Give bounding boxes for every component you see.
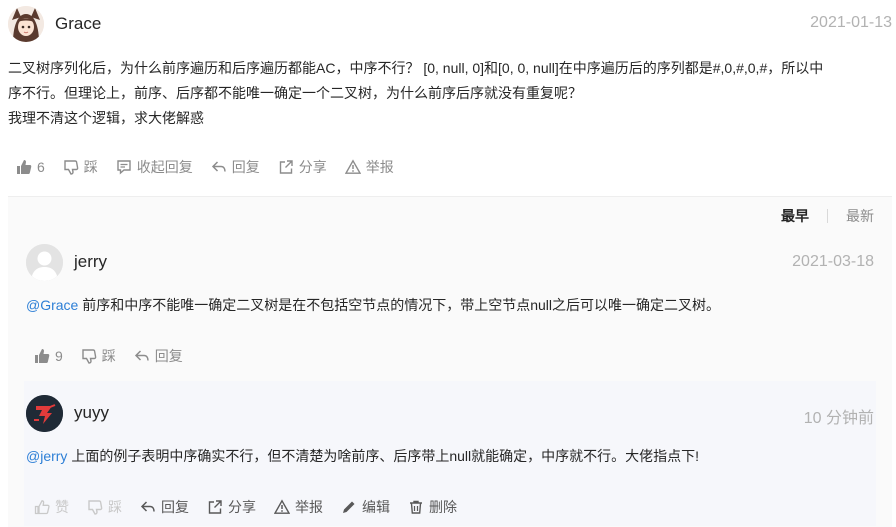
thumbs-up-icon [17, 160, 32, 174]
reply-arrow-icon [140, 501, 155, 512]
comment-icon [117, 160, 131, 175]
post-actions: 6 踩 收起回复 回复 分享 举报 [16, 157, 412, 177]
post-date: 2021-01-13 [810, 14, 892, 31]
report-button[interactable]: 举报 [274, 497, 323, 517]
reply-label: 回复 [154, 348, 183, 364]
thumbs-up-icon [35, 349, 50, 363]
thumbs-down-icon [82, 349, 97, 364]
share-button[interactable]: 分享 [207, 497, 256, 517]
trash-icon [410, 500, 422, 514]
share-button[interactable]: 分享 [278, 157, 327, 177]
collapse-replies-button[interactable]: 收起回复 [116, 157, 193, 177]
yuyy-avatar[interactable] [26, 395, 63, 432]
nested-reply-actions: 赞 踩 回复 分享 举报 编辑 删除 [34, 497, 475, 517]
post-content-line: 我理不清这个逻辑，求大佬解惑 [8, 110, 204, 126]
reply-button[interactable]: 回复 [134, 346, 183, 366]
share-label: 分享 [228, 499, 256, 515]
dislike-label: 踩 [83, 159, 98, 175]
like-button[interactable]: 赞 [34, 497, 69, 517]
nested-reply-text: 上面的例子表明中序确实不行，但不清楚为啥前序、后序带上null就能确定，中序就不… [67, 448, 700, 464]
delete-button[interactable]: 删除 [408, 497, 457, 517]
edit-label: 编辑 [362, 499, 390, 515]
share-icon [279, 160, 293, 174]
pencil-icon [343, 501, 355, 513]
reply-author-name[interactable]: jerry [74, 252, 107, 272]
mention-link[interactable]: @Grace [26, 297, 78, 313]
sort-latest-tab[interactable]: 最新 [846, 206, 874, 226]
sort-tabs: 最早 最新 [781, 206, 874, 226]
dislike-button[interactable]: 踩 [63, 157, 98, 177]
thumbs-down-icon [64, 160, 79, 175]
reply-button[interactable]: 回复 [140, 497, 189, 517]
report-button[interactable]: 举报 [344, 157, 394, 177]
dislike-button[interactable]: 踩 [81, 346, 116, 366]
sort-earliest-tab[interactable]: 最早 [781, 206, 809, 226]
dislike-label: 踩 [108, 499, 122, 515]
reply-text: 前序和中序不能唯一确定二叉树是在不包括空节点的情况下，带上空节点null之后可以… [78, 297, 721, 313]
nested-reply-author-name[interactable]: yuyy [74, 403, 109, 423]
jerry-avatar[interactable] [26, 244, 63, 281]
mention-link[interactable]: @jerry [26, 448, 67, 464]
reply-arrow-icon [134, 350, 149, 361]
post-author-name[interactable]: Grace [55, 14, 101, 34]
report-label: 举报 [365, 159, 394, 175]
nested-reply-date: 10 分钟前 [803, 410, 874, 427]
post-content-line: 二叉树序列化后，为什么前序遍历和后序遍历都能AC，中序不行？ [0, null,… [8, 60, 824, 76]
share-label: 分享 [298, 159, 327, 175]
grace-avatar[interactable] [8, 6, 44, 42]
delete-label: 删除 [429, 499, 457, 515]
thumbs-up-icon [34, 500, 50, 515]
reply-label: 回复 [161, 499, 189, 515]
edit-button[interactable]: 编辑 [341, 497, 390, 517]
like-button[interactable]: 6 [16, 159, 45, 175]
like-count: 9 [55, 348, 63, 364]
sort-divider [827, 209, 828, 223]
warning-icon [274, 499, 290, 514]
reply-content: @Grace 前序和中序不能唯一确定二叉树是在不包括空节点的情况下，带上空节点n… [26, 293, 720, 318]
report-label: 举报 [295, 499, 323, 515]
reply-date: 2021-03-18 [792, 253, 874, 270]
like-button[interactable]: 9 [34, 348, 63, 364]
collapse-replies-label: 收起回复 [136, 159, 193, 175]
dislike-label: 踩 [101, 348, 116, 364]
post-content: 二叉树序列化后，为什么前序遍历和后序遍历都能AC，中序不行？ [0, null,… [8, 56, 893, 131]
nested-reply-content: @jerry 上面的例子表明中序确实不行，但不清楚为啥前序、后序带上null就能… [26, 444, 699, 469]
post-content-line: 序不行。但理论上，前序、后序都不能唯一确定一个二叉树，为什么前序后序就没有重复呢… [8, 85, 582, 101]
reply-arrow-icon [211, 161, 226, 172]
dislike-button[interactable]: 踩 [87, 497, 122, 517]
warning-icon [344, 159, 361, 174]
share-icon [208, 500, 222, 514]
like-count: 6 [37, 159, 45, 175]
reply-label: 回复 [231, 159, 260, 175]
like-label: 赞 [55, 499, 69, 515]
reply-actions: 9 踩 回复 [34, 346, 201, 366]
thumbs-down-icon [88, 500, 103, 515]
reply-button[interactable]: 回复 [211, 157, 260, 177]
